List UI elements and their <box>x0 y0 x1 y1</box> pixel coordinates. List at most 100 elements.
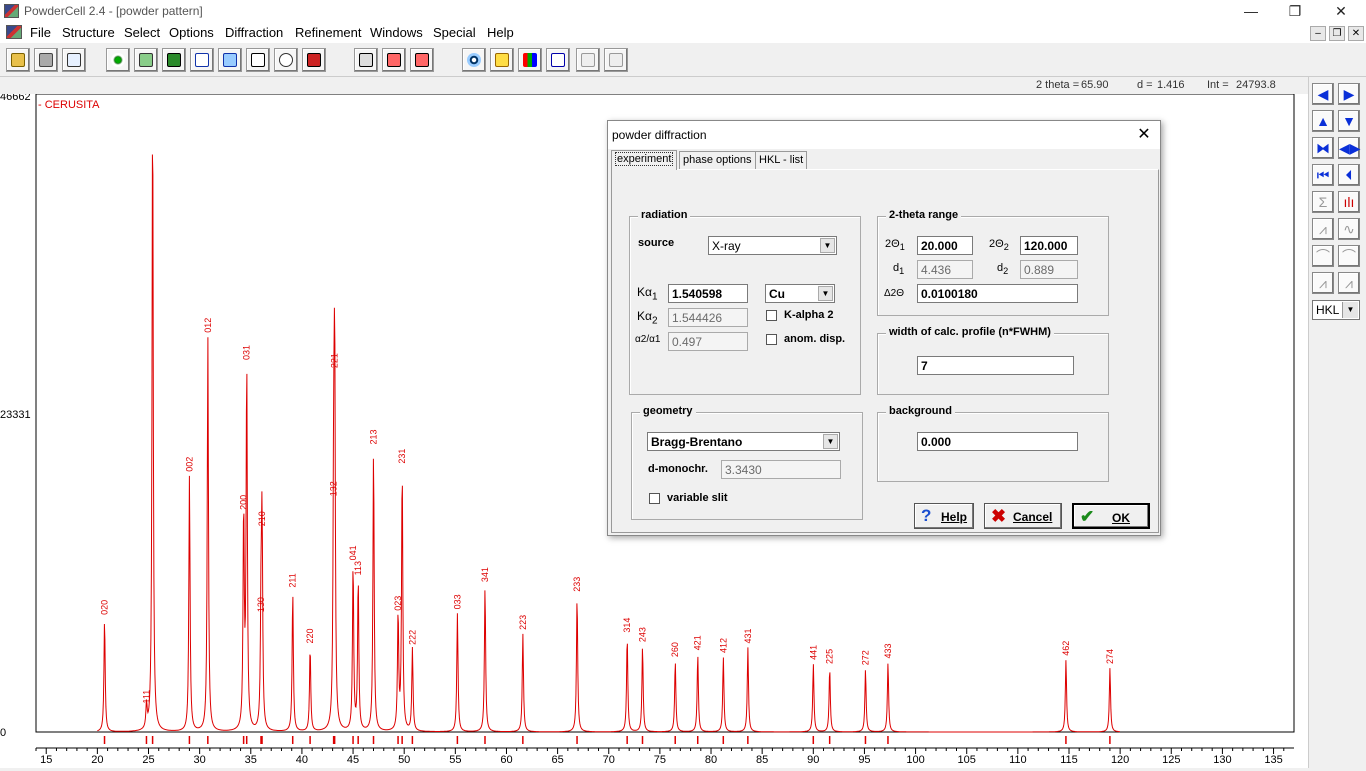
profile-button[interactable] <box>604 48 628 72</box>
first-button[interactable]: ⏮ <box>1312 164 1334 186</box>
hkl-label: 462 <box>1061 641 1071 656</box>
variable-slit-checkbox[interactable] <box>649 493 660 504</box>
twotheta1-input[interactable]: 20.000 <box>917 236 973 255</box>
cancel-button[interactable]: ✖ Cancel <box>984 503 1062 529</box>
d1-label-sub: 1 <box>899 266 905 277</box>
sum-icon[interactable]: Σ <box>1312 191 1334 213</box>
cell-edit-button[interactable] <box>162 48 186 72</box>
tab-experiment[interactable]: experiment <box>611 150 678 170</box>
ratio-input[interactable]: 0.497 <box>668 332 748 351</box>
restore-icon[interactable]: ❐ <box>1280 2 1310 20</box>
menu-help[interactable]: Help <box>487 25 514 40</box>
noise-icon[interactable]: ∿ <box>1338 218 1360 240</box>
d-label: d = <box>1137 79 1153 91</box>
ka2-input[interactable]: 1.544426 <box>668 308 748 327</box>
profile-icon[interactable]: ⌒ <box>1338 245 1360 267</box>
hkl-label: 223 <box>518 615 528 630</box>
menu-refinement[interactable]: Refinement <box>295 25 361 40</box>
scale-up-button[interactable]: ▲ <box>1312 110 1334 132</box>
compare-button[interactable] <box>546 48 570 72</box>
shift-origin-button[interactable] <box>246 48 270 72</box>
document-icon[interactable] <box>6 25 22 39</box>
smooth-icon[interactable]: ⌒ <box>1312 245 1334 267</box>
edit-button[interactable] <box>190 48 214 72</box>
hkl-select[interactable]: HKL ▼ <box>1312 300 1360 320</box>
print-setup-button[interactable] <box>410 48 434 72</box>
hkl-label: 020 <box>100 600 110 615</box>
d1-input[interactable]: 4.436 <box>917 260 973 279</box>
clipboard-button[interactable] <box>62 48 86 72</box>
menu-special[interactable]: Special <box>433 25 476 40</box>
phase-label: - CERUSITA <box>38 99 100 111</box>
zoom-in-button[interactable]: ⧓ <box>1312 137 1334 159</box>
zoom-out-button[interactable]: ◀▶ <box>1338 137 1361 159</box>
dmono-input[interactable]: 3.3430 <box>721 460 841 479</box>
structure-view-button[interactable] <box>106 48 130 72</box>
kalpha2-checkbox[interactable] <box>766 310 777 321</box>
mdi-close-icon[interactable]: ✕ <box>1348 26 1364 41</box>
help-button[interactable]: ? Help <box>914 503 974 529</box>
background-input[interactable]: 0.000 <box>917 432 1078 451</box>
d1-label: d1 <box>893 262 904 276</box>
key-button[interactable] <box>490 48 514 72</box>
peaks-right-icon[interactable]: ⩘ <box>1338 272 1360 294</box>
geometry-select[interactable]: Bragg-Brentano ▼ <box>647 432 840 451</box>
grid-button[interactable] <box>576 48 600 72</box>
menu-file[interactable]: File <box>30 25 51 40</box>
x-tick-label: 100 <box>906 754 924 766</box>
profile-width-title: width of calc. profile (n*FWHM) <box>886 326 1054 338</box>
settings-button[interactable] <box>302 48 326 72</box>
scroll-right-button[interactable]: ▶ <box>1338 83 1360 105</box>
hkl-button[interactable] <box>274 48 298 72</box>
x-tick-label: 90 <box>807 754 819 766</box>
minimize-icon[interactable]: — <box>1236 2 1266 20</box>
twotheta2-label-text: 2Θ <box>989 238 1004 250</box>
tab-phase-options[interactable]: phase options <box>679 151 756 169</box>
help-icon: ? <box>921 506 932 525</box>
anode-value: Cu <box>769 287 785 301</box>
twotheta2-label: 2Θ2 <box>989 238 1009 252</box>
back-button[interactable]: ⏴ <box>1338 164 1360 186</box>
close-icon[interactable]: ✕ <box>1326 2 1356 20</box>
dialog-close-icon[interactable]: ✕ <box>1134 125 1154 145</box>
source-value: X-ray <box>712 239 741 253</box>
step-input[interactable]: 0.0100180 <box>917 284 1078 303</box>
x-tick-label: 120 <box>1111 754 1129 766</box>
source-select[interactable]: X-ray ▼ <box>708 236 837 255</box>
transform-button[interactable] <box>218 48 242 72</box>
open-file-button[interactable] <box>6 48 30 72</box>
mdi-minimize-icon[interactable]: – <box>1310 26 1326 41</box>
menu-select[interactable]: Select <box>124 25 160 40</box>
hkl-select-value: HKL <box>1316 303 1340 317</box>
pattern-icon[interactable]: ılı <box>1338 191 1360 213</box>
geometry-group: geometry Bragg-Brentano ▼ d-monochr. 3.3… <box>631 405 863 520</box>
menu-options[interactable]: Options <box>169 25 214 40</box>
mdi-restore-icon[interactable]: ❐ <box>1329 26 1345 41</box>
print-preview-button[interactable] <box>382 48 406 72</box>
twotheta1-label-sub: 1 <box>899 242 905 253</box>
twotheta-range-title: 2-theta range <box>886 209 962 221</box>
menu-structure[interactable]: Structure <box>62 25 115 40</box>
x-tick-label: 75 <box>654 754 666 766</box>
save-file-button[interactable] <box>34 48 58 72</box>
edit-structure-button[interactable] <box>134 48 158 72</box>
anode-select[interactable]: Cu ▼ <box>765 284 835 303</box>
color-button[interactable] <box>518 48 542 72</box>
menu-diffraction[interactable]: Diffraction <box>225 25 283 40</box>
scale-down-button[interactable]: ▼ <box>1338 110 1360 132</box>
profile-width-input[interactable]: 7 <box>917 356 1074 375</box>
twotheta2-input[interactable]: 120.000 <box>1020 236 1078 255</box>
menu-windows[interactable]: Windows <box>370 25 423 40</box>
peaks-left-icon[interactable]: ⩘ <box>1312 272 1334 294</box>
d2-input[interactable]: 0.889 <box>1020 260 1078 279</box>
print-button[interactable] <box>354 48 378 72</box>
diffraction-button[interactable] <box>462 48 486 72</box>
peak-icon[interactable]: ⩘ <box>1312 218 1334 240</box>
x-tick-label: 105 <box>958 754 976 766</box>
tab-hkl-list[interactable]: HKL - list <box>755 151 808 169</box>
anom-disp-checkbox[interactable] <box>766 334 777 345</box>
scroll-left-button[interactable]: ◀ <box>1312 83 1334 105</box>
ok-button[interactable]: ✔ OK <box>1072 503 1150 529</box>
ka1-input[interactable]: 1.540598 <box>668 284 748 303</box>
geometry-value: Bragg-Brentano <box>651 435 743 449</box>
